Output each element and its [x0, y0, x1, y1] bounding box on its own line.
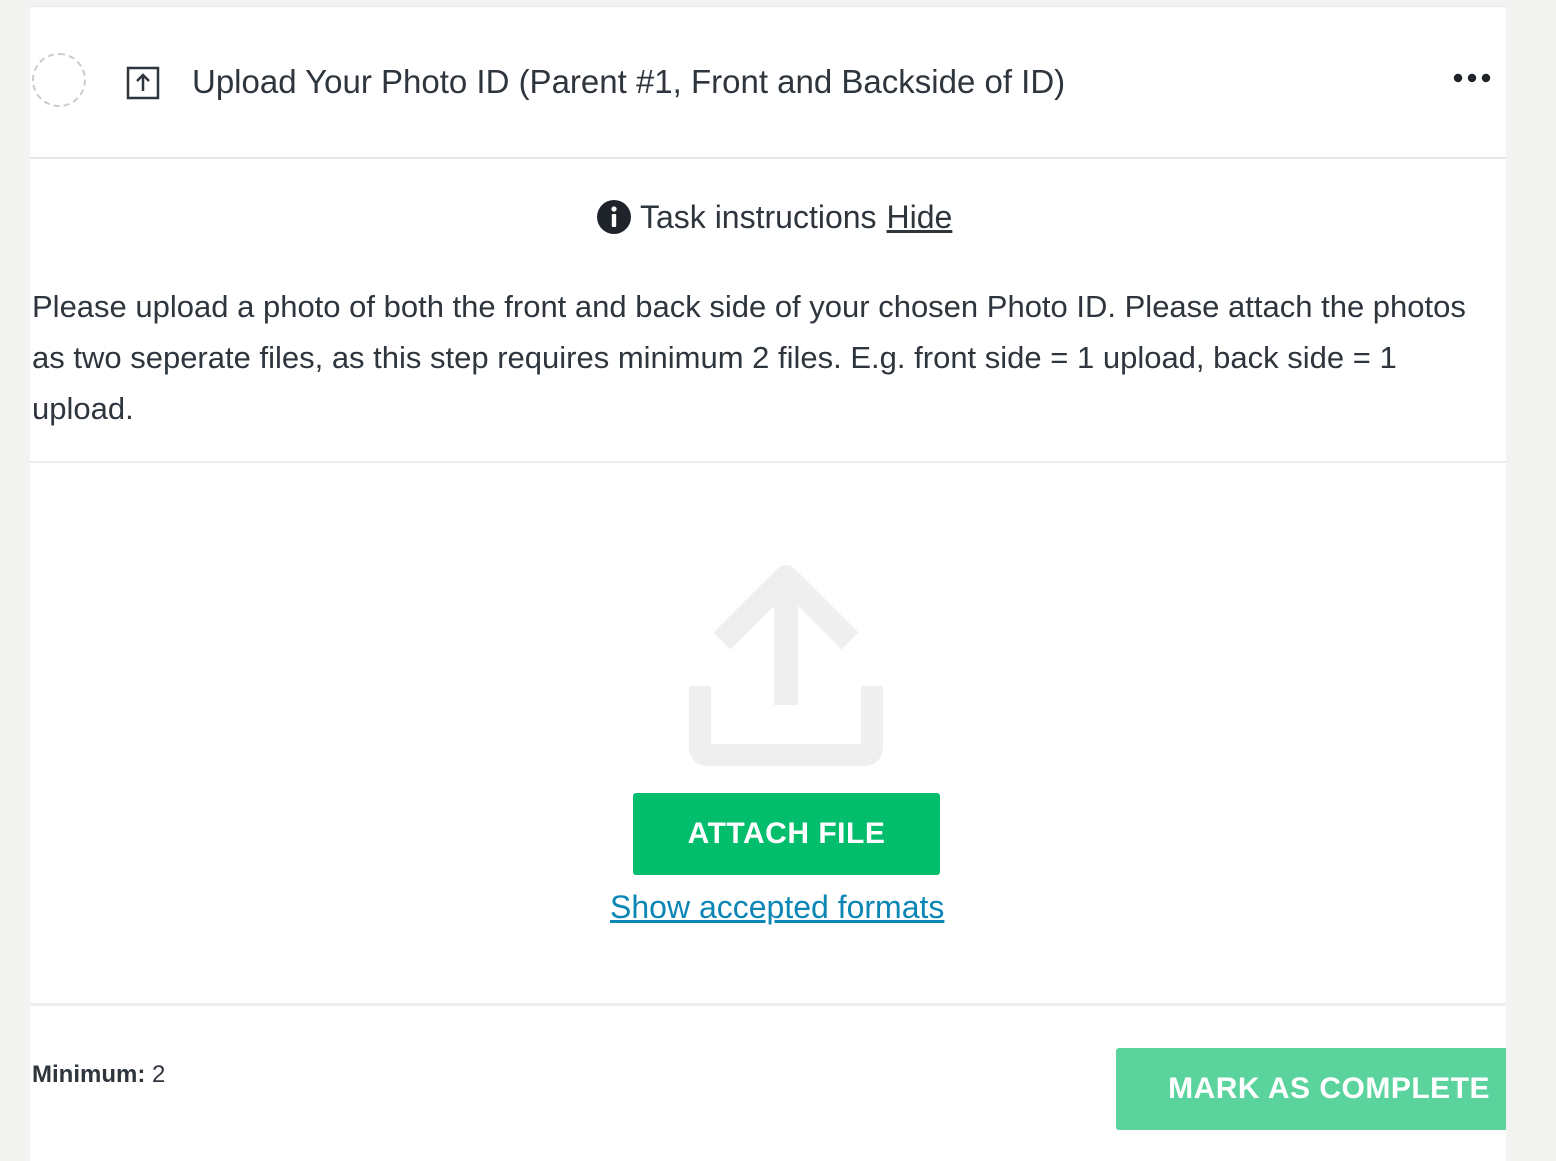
- instructions-header: Task instructions Hide: [596, 195, 952, 239]
- task-title: Upload Your Photo ID (Parent #1, Front a…: [192, 63, 1066, 100]
- file-upload-dropzone[interactable]: ATTACH FILE Show accepted formats: [30, 463, 1506, 1006]
- more-horizontal-icon: [1450, 73, 1494, 95]
- attach-file-button[interactable]: ATTACH FILE: [633, 793, 940, 875]
- info-icon: [596, 199, 632, 235]
- task-footer: Minimum: 2 MARK AS COMPLETE: [30, 1007, 1506, 1161]
- task-instructions: Task instructions Hide Please upload a p…: [30, 159, 1506, 463]
- minimum-files: Minimum: 2: [32, 1061, 165, 1089]
- upload-box-icon: [126, 66, 160, 105]
- upload-arrow-icon: [682, 559, 890, 774]
- minimum-value: 2: [152, 1061, 166, 1088]
- task-card: Upload Your Photo ID (Parent #1, Front a…: [30, 6, 1506, 1161]
- instructions-text: Please upload a photo of both the front …: [32, 289, 1466, 426]
- more-options-button[interactable]: [1450, 65, 1494, 91]
- minimum-label: Minimum:: [32, 1061, 146, 1088]
- instructions-label: Task instructions: [640, 198, 877, 235]
- mark-as-complete-button[interactable]: MARK AS COMPLETE: [1116, 1048, 1506, 1130]
- show-accepted-formats-link[interactable]: Show accepted formats: [610, 889, 944, 926]
- task-status-checkbox[interactable]: [32, 53, 86, 107]
- hide-instructions-link[interactable]: Hide: [887, 199, 953, 236]
- task-header: Upload Your Photo ID (Parent #1, Front a…: [30, 7, 1506, 159]
